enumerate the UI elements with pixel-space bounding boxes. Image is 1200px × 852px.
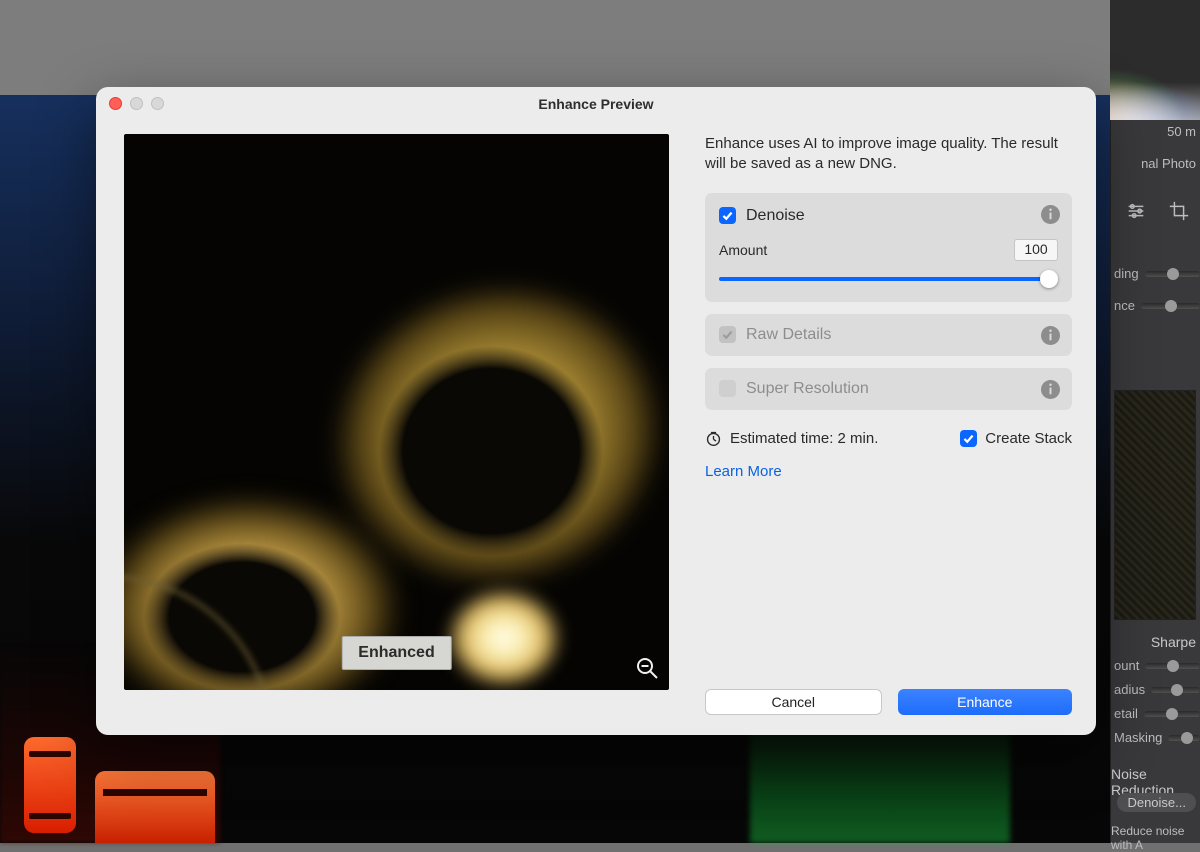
- histogram: [1110, 0, 1200, 120]
- create-stack-checkbox[interactable]: [960, 430, 977, 447]
- panel-hint: Reduce noise with A: [1111, 824, 1196, 852]
- denoise-option-block: Denoise Amount 100: [705, 193, 1072, 302]
- create-stack-label: Create Stack: [985, 430, 1072, 447]
- super-resolution-option-block: Super Resolution: [705, 368, 1072, 410]
- panel-slider: ount: [1114, 658, 1200, 673]
- estimated-time-text: Estimated time: 2 min.: [730, 430, 878, 447]
- slider-label-clipped: ount: [1114, 658, 1139, 673]
- slider-label-clipped: Masking: [1114, 730, 1162, 745]
- clock-icon: [705, 430, 722, 447]
- denoise-panel-button[interactable]: Denoise...: [1117, 793, 1196, 812]
- dialog-description: Enhance uses AI to improve image quality…: [705, 134, 1072, 175]
- window-minimize-button[interactable]: [130, 97, 143, 110]
- panel-label: Sharpe: [1151, 634, 1196, 650]
- sliders-icon: [1125, 200, 1147, 222]
- zoom-out-icon[interactable]: [635, 656, 659, 680]
- panel-header-original: nal Photo: [1141, 156, 1196, 171]
- amount-value-input[interactable]: 100: [1014, 239, 1058, 261]
- app-toolbar-area: [0, 0, 1200, 95]
- window-maximize-button[interactable]: [151, 97, 164, 110]
- panel-slider: nce: [1114, 298, 1200, 313]
- panel-slider: adius: [1114, 682, 1200, 697]
- detail-thumbnail: [1114, 390, 1196, 620]
- super-resolution-checkbox: [719, 380, 736, 397]
- info-icon[interactable]: [1041, 380, 1060, 399]
- panel-slider: ding: [1114, 266, 1200, 281]
- tool-icons-row: [1114, 196, 1200, 226]
- develop-side-panel: 50 m nal Photo ding nce Sharpe ount adiu…: [1110, 0, 1200, 843]
- raw-details-label: Raw Details: [746, 326, 831, 344]
- enhance-button[interactable]: Enhance: [898, 689, 1073, 715]
- slider-label-clipped: ding: [1114, 266, 1139, 281]
- dialog-titlebar: Enhance Preview: [96, 87, 1096, 120]
- panel-slider: etail: [1114, 706, 1200, 721]
- info-icon[interactable]: [1041, 326, 1060, 345]
- amount-label: Amount: [719, 242, 767, 258]
- slider-label-clipped: nce: [1114, 298, 1135, 313]
- amount-slider[interactable]: [719, 270, 1058, 288]
- info-icon[interactable]: [1041, 205, 1060, 224]
- cancel-button[interactable]: Cancel: [705, 689, 882, 715]
- dialog-title: Enhance Preview: [538, 96, 653, 112]
- raw-details-option-block: Raw Details: [705, 314, 1072, 356]
- slider-label-clipped: adius: [1114, 682, 1145, 697]
- enhance-preview-dialog: Enhance Preview Enhanced Enhance uses AI…: [96, 87, 1096, 735]
- denoise-label: Denoise: [746, 207, 805, 225]
- panel-slider: Masking: [1114, 730, 1200, 745]
- learn-more-link[interactable]: Learn More: [705, 463, 1072, 480]
- crop-icon: [1168, 200, 1190, 222]
- preview-badge: Enhanced: [341, 636, 451, 670]
- histogram-meta: 50 m: [1167, 124, 1196, 139]
- denoise-checkbox[interactable]: [719, 207, 736, 224]
- window-close-button[interactable]: [109, 97, 122, 110]
- super-resolution-label: Super Resolution: [746, 380, 869, 398]
- slider-thumb[interactable]: [1040, 270, 1058, 288]
- slider-label-clipped: etail: [1114, 706, 1138, 721]
- raw-details-checkbox: [719, 326, 736, 343]
- preview-image[interactable]: Enhanced: [124, 134, 669, 690]
